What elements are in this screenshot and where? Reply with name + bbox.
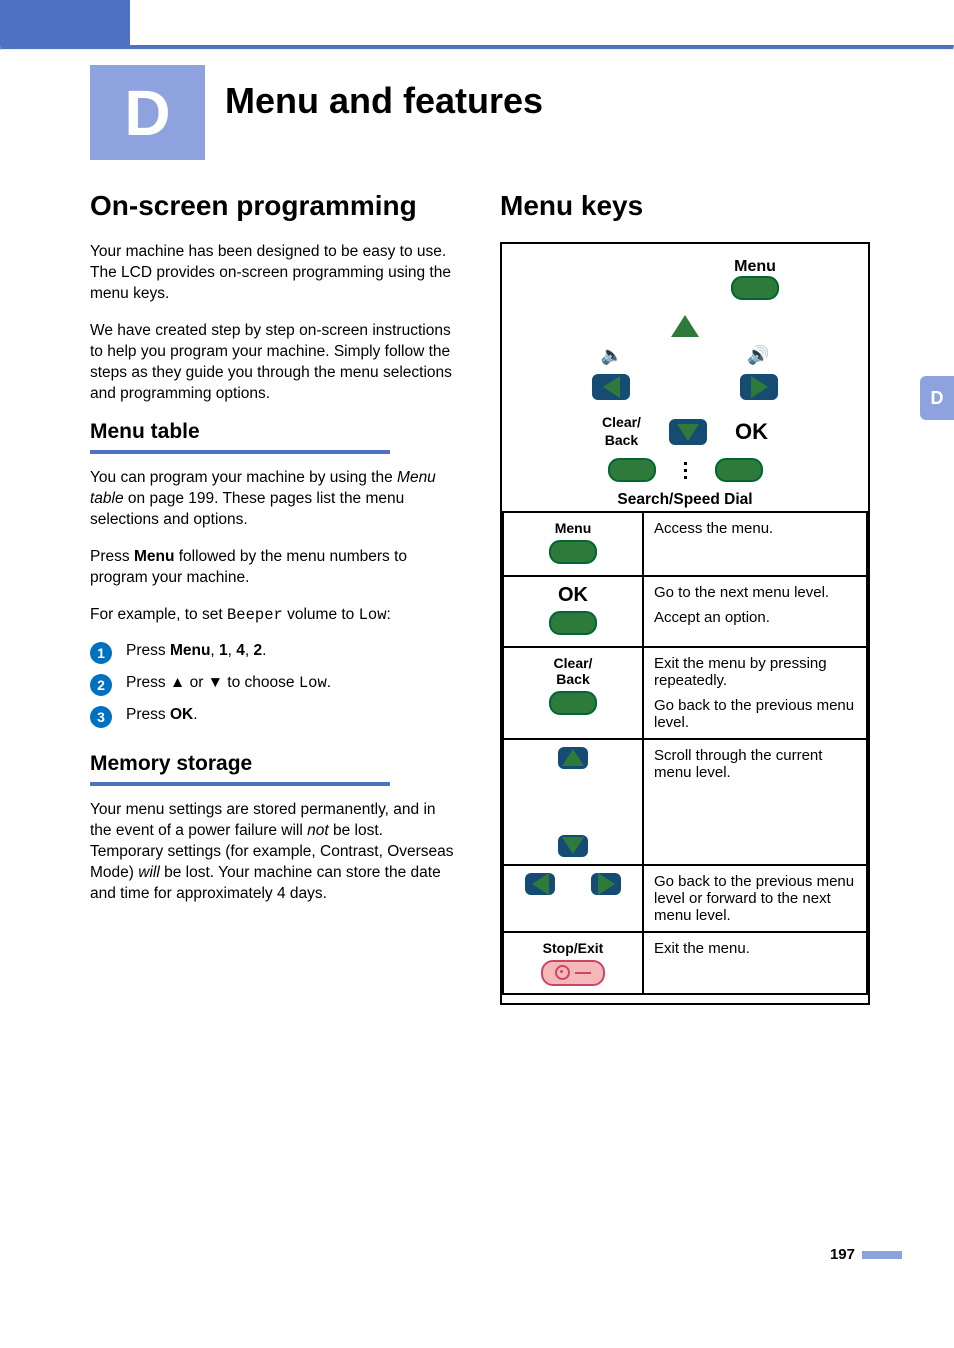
step-number-icon: 1 xyxy=(90,642,112,664)
arrow-up-icon xyxy=(671,315,699,337)
left-column: On-screen programming Your machine has b… xyxy=(90,190,460,1005)
intro-text-2: We have created step by step on-screen i… xyxy=(90,321,460,405)
menutable-text: You can program your machine by using th… xyxy=(90,468,460,531)
memory-storage-text: Your menu settings are stored permanentl… xyxy=(90,800,460,905)
diagram-ok-label: OK xyxy=(735,419,768,445)
key-desc: Go back to the previous menu level or fo… xyxy=(643,865,867,932)
key-label-ok: OK xyxy=(514,584,632,607)
key-desc: Go back to the previous menu level. xyxy=(654,697,856,731)
menu-button-icon xyxy=(549,540,597,564)
press-menu-text: Press Menu followed by the menu numbers … xyxy=(90,547,460,589)
key-label-stopexit: Stop/Exit xyxy=(514,940,632,956)
page-footer: 197 xyxy=(830,1246,902,1264)
key-desc: Exit the menu. xyxy=(643,932,867,994)
stop-exit-button-icon xyxy=(541,960,605,986)
heading-rule xyxy=(90,450,390,454)
step-1: 1 Press Menu, 1, 4, 2. xyxy=(90,642,460,664)
heading-memory-storage: Memory storage xyxy=(90,752,460,776)
key-desc: Scroll through the current menu level. xyxy=(643,739,867,865)
page-number: 197 xyxy=(830,1246,855,1263)
step-number-icon: 3 xyxy=(90,706,112,728)
diagram-clearback-label: Clear/ Back xyxy=(602,414,641,448)
speaker-low-icon: 🔈 xyxy=(601,345,623,366)
arrow-down-icon xyxy=(669,419,707,445)
updown-arrows-icon xyxy=(558,747,588,857)
ok-button-icon xyxy=(549,611,597,635)
leftright-arrows-icon xyxy=(525,873,621,895)
heading-menu-table: Menu table xyxy=(90,420,460,444)
arrow-left-icon xyxy=(592,374,630,400)
heading-rule xyxy=(90,782,390,786)
steps-list: 1 Press Menu, 1, 4, 2. 2 Press ▲ or ▼ to… xyxy=(90,642,460,728)
intro-text-1: Your machine has been designed to be eas… xyxy=(90,242,460,305)
key-desc: Exit the menu by pressing repeatedly. xyxy=(654,655,856,689)
step-2-text: Press ▲ or ▼ to choose Low. xyxy=(126,674,331,692)
clearback-button-icon xyxy=(608,458,656,482)
diagram-search-label: Search/Speed Dial xyxy=(502,490,868,511)
key-desc: Access the menu. xyxy=(643,512,867,576)
section-badge: D xyxy=(90,65,205,160)
page-bar-icon xyxy=(862,1251,902,1259)
section-letter: D xyxy=(124,76,170,150)
diagram-menu-label: Menu xyxy=(734,258,776,275)
key-desc: Accept an option. xyxy=(654,609,856,626)
heading-menu-keys: Menu keys xyxy=(500,190,870,222)
side-tab: D xyxy=(920,376,954,420)
menu-keys-table: Menu Access the menu. OK Go to the next … xyxy=(502,511,868,995)
step-3-text: Press OK. xyxy=(126,706,198,724)
key-label-menu: Menu xyxy=(514,520,632,536)
example-text: For example, to set Beeper volume to Low… xyxy=(90,605,460,626)
page-title: Menu and features xyxy=(225,80,543,122)
right-column: Menu keys Menu 🔈 🔊 Clear/ Back xyxy=(500,190,870,1005)
menu-button-icon xyxy=(731,276,779,300)
clearback-button-icon xyxy=(549,691,597,715)
ok-button-icon xyxy=(715,458,763,482)
table-row: Clear/ Back Exit the menu by pressing re… xyxy=(503,647,867,739)
table-row: Menu Access the menu. xyxy=(503,512,867,576)
table-row: Stop/Exit Exit the menu. xyxy=(503,932,867,994)
dot-separator-icon xyxy=(684,462,687,479)
step-3: 3 Press OK. xyxy=(90,706,460,728)
header-tab xyxy=(0,0,130,45)
table-row: Scroll through the current menu level. xyxy=(503,739,867,865)
step-number-icon: 2 xyxy=(90,674,112,696)
step-2: 2 Press ▲ or ▼ to choose Low. xyxy=(90,674,460,696)
step-1-text: Press Menu, 1, 4, 2. xyxy=(126,642,266,660)
key-desc: Go to the next menu level. xyxy=(654,584,856,601)
arrow-right-icon xyxy=(740,374,778,400)
table-row: OK Go to the next menu level. Accept an o… xyxy=(503,576,867,647)
key-label-clearback: Clear/ Back xyxy=(514,655,632,687)
menu-keys-diagram: Menu 🔈 🔊 Clear/ Back OK xyxy=(500,242,870,1005)
speaker-high-icon: 🔊 xyxy=(747,345,769,366)
table-row: Go back to the previous menu level or fo… xyxy=(503,865,867,932)
header-rule xyxy=(0,45,954,50)
heading-onscreen-programming: On-screen programming xyxy=(90,190,460,222)
